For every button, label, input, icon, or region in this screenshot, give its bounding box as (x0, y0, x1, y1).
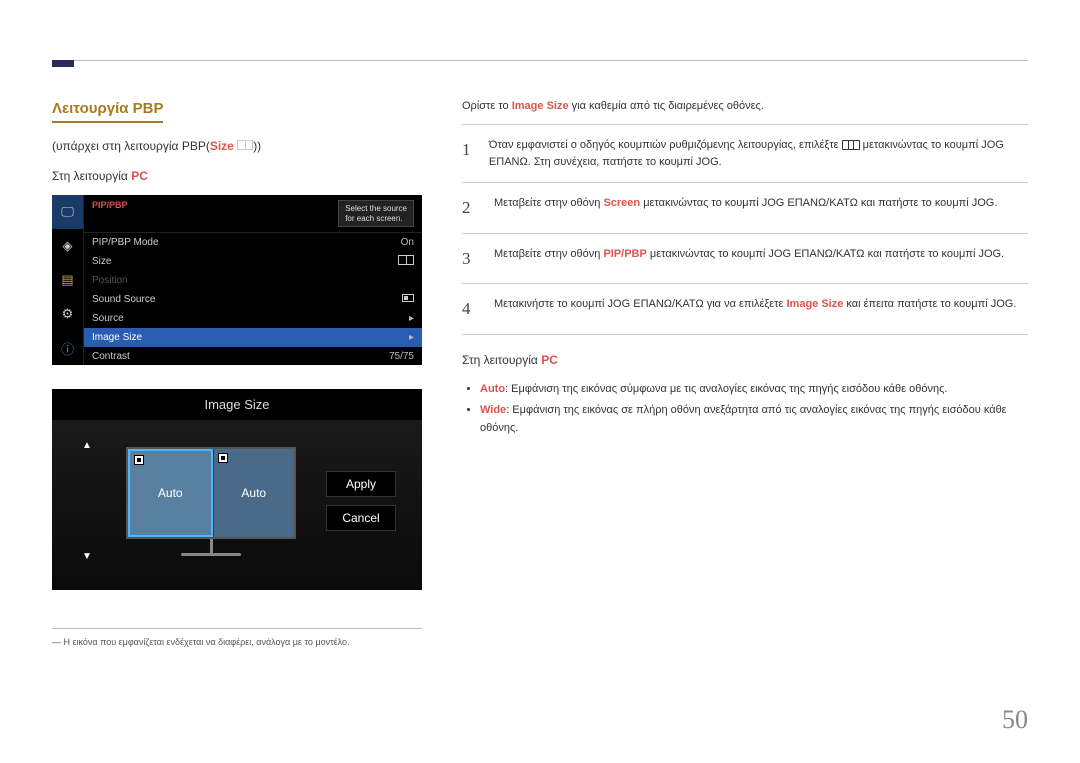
chevron-down-icon[interactable]: ▼ (82, 551, 92, 562)
pc-mode-accent: PC (541, 353, 558, 367)
osd-row[interactable]: PIP/PBP Mode On (84, 233, 422, 252)
image-size-title: Image Size (52, 389, 422, 420)
osd-row-label: Contrast (92, 351, 130, 362)
screen-left[interactable]: Auto (128, 449, 213, 537)
pc-mode-prefix: Στη λειτουργία (462, 353, 541, 367)
osd-row-value (398, 255, 414, 268)
monitor-stand (210, 539, 213, 553)
osd-row-value (402, 294, 414, 305)
screen-right-label: Auto (241, 486, 266, 500)
subtitle-close: )) (253, 139, 261, 153)
pc-mode-heading: Στη λειτουργία PC (462, 353, 1028, 367)
step-number: 4 (462, 296, 480, 322)
pbp-subtitle: (υπάρχει στη λειτουργία PBP(Size )) (52, 139, 422, 153)
osd-row: Position (84, 271, 422, 290)
bullet-list: Auto: Εμφάνιση της εικόνας σύμφωνα με τι… (480, 381, 1028, 438)
jog-icon (842, 140, 860, 150)
osd-row-value: 75/75 (389, 351, 414, 362)
osd-title: PIP/PBP (92, 200, 128, 227)
subtitle-accent: Size (210, 139, 234, 153)
step-number: 1 (462, 137, 475, 170)
step: 1 Όταν εμφανιστεί ο οδηγός κουμπιών ρυθμι… (462, 124, 1028, 182)
tooltip-line2: for each screen. (345, 214, 407, 224)
intro-text: Ορίστε το Image Size για καθεμία από τις… (462, 100, 1028, 112)
dot-icon (218, 453, 228, 463)
step-text: Μεταβείτε στην οθόνη PIP/PBP μετακινώντα… (494, 246, 1004, 272)
dot-icon (134, 455, 144, 465)
steps-list: 1 Όταν εμφανιστεί ο οδηγός κουμπιών ρυθμι… (462, 124, 1028, 335)
osd-row-label: Size (92, 256, 111, 267)
osd-row[interactable]: Sound Source (84, 290, 422, 309)
image-size-panel: Image Size ▲ ▼ Auto Auto (52, 389, 422, 590)
osd-row-label: Sound Source (92, 294, 155, 305)
split-icon-inline (234, 139, 253, 153)
osd-row[interactable]: Contrast 75/75 (84, 347, 422, 366)
step-accent: Screen (603, 197, 640, 209)
bullet-accent: Auto (480, 383, 505, 395)
bullet-accent: Wide (480, 404, 506, 416)
page-number: 50 (1002, 705, 1028, 735)
osd-menu: 🖵 ◈ ▤ ⚙ ⓘ PIP/PBP Select the source for … (52, 195, 422, 365)
monitor-icon[interactable]: 🖵 (52, 195, 83, 229)
osd-tooltip: Select the source for each screen. (338, 200, 414, 227)
gear-icon[interactable]: ⚙ (52, 297, 83, 331)
mode-prefix: Στη λειτουργία (52, 169, 131, 183)
pip-icon[interactable]: ◈ (52, 229, 83, 263)
step-text: Όταν εμφανιστεί ο οδηγός κουμπιών ρυθμιζ… (489, 137, 1028, 170)
osd-row-value: On (401, 237, 414, 248)
nav-arrows[interactable]: ▲ ▼ (78, 440, 96, 562)
step: 2 Μεταβείτε στην οθόνη Screen μετακινώντα… (462, 182, 1028, 233)
osd-row[interactable]: Size (84, 252, 422, 271)
osd-row-value: ▸ (409, 332, 414, 343)
osd-row-value: ▸ (409, 313, 414, 324)
intro-accent: Image Size (512, 100, 569, 112)
step-accent: PIP/PBP (603, 248, 646, 260)
osd-row-label: Position (92, 275, 128, 286)
osd-icon-strip: 🖵 ◈ ▤ ⚙ ⓘ (52, 195, 84, 365)
step-accent: Image Size (786, 298, 843, 310)
bullet-item: Auto: Εμφάνιση της εικόνας σύμφωνα με τι… (480, 381, 1028, 399)
intro-prefix: Ορίστε το (462, 100, 512, 112)
osd-row[interactable]: Image Size ▸ (84, 328, 422, 347)
list-icon[interactable]: ▤ (52, 263, 83, 297)
subtitle-prefix: (υπάρχει στη λειτουργία PBP( (52, 139, 210, 153)
apply-button[interactable]: Apply (326, 471, 396, 497)
step-text: Μεταβείτε στην οθόνη Screen μετακινώντας… (494, 195, 997, 221)
mode-accent: PC (131, 169, 148, 183)
step-text: Μετακινήστε το κουμπί JOG ΕΠΑΝΩ/ΚΑΤΩ για… (494, 296, 1016, 322)
header-divider (52, 60, 1028, 61)
footnote-divider (52, 628, 422, 629)
osd-row[interactable]: Source ▸ (84, 309, 422, 328)
monitor-base (181, 553, 241, 556)
screen-right[interactable]: Auto (213, 449, 295, 537)
monitor-preview: Auto Auto (126, 447, 296, 556)
cancel-button[interactable]: Cancel (326, 505, 396, 531)
step: 4 Μετακινήστε το κουμπί JOG ΕΠΑΝΩ/ΚΑΤΩ γι… (462, 283, 1028, 335)
section-title: Λειτουργία PBP (52, 100, 163, 123)
info-icon[interactable]: ⓘ (52, 331, 83, 365)
screen-left-label: Auto (158, 486, 183, 500)
tooltip-line1: Select the source (345, 204, 407, 214)
chevron-up-icon[interactable]: ▲ (82, 440, 92, 451)
intro-suffix: για καθεμία από τις διαιρεμένες οθόνες. (569, 100, 764, 112)
bullet-item: Wide: Εμφάνιση της εικόνας σε πλήρη οθόν… (480, 402, 1028, 437)
step-number: 3 (462, 246, 480, 272)
step: 3 Μεταβείτε στην οθόνη PIP/PBP μετακινώντ… (462, 233, 1028, 284)
osd-row-label: Source (92, 313, 124, 324)
step-number: 2 (462, 195, 480, 221)
osd-row-label: Image Size (92, 332, 142, 343)
header-accent (52, 60, 74, 67)
osd-row-label: PIP/PBP Mode (92, 237, 159, 248)
mode-label: Στη λειτουργία PC (52, 169, 422, 183)
footnote: ― Η εικόνα που εμφανίζεται ενδέχεται να … (52, 637, 422, 647)
